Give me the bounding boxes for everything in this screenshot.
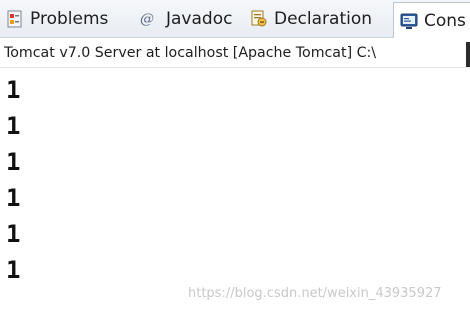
divider xyxy=(0,67,470,68)
console-line: 1 xyxy=(6,256,21,284)
console-view: Problems @ Javadoc Declaration Cons Tomc… xyxy=(0,0,470,315)
console-line: 1 xyxy=(6,112,21,140)
view-tab-bar: Problems @ Javadoc Declaration Cons xyxy=(0,0,470,38)
watermark: https://blog.csdn.net/weixin_43935927 xyxy=(188,286,442,301)
tab-problems-label: Problems xyxy=(30,9,109,29)
console-icon xyxy=(400,12,418,30)
tab-console[interactable]: Cons xyxy=(393,2,470,38)
tab-console-label: Cons xyxy=(424,10,466,31)
console-line: 1 xyxy=(6,220,21,248)
console-line: 1 xyxy=(6,184,21,212)
title-edge-marker xyxy=(466,42,470,67)
tab-declaration-label: Declaration xyxy=(274,9,373,29)
console-output[interactable]: 1 1 1 1 1 1 xyxy=(6,74,206,290)
at-icon: @ xyxy=(140,11,154,27)
declaration-icon xyxy=(250,10,268,28)
console-process-title: Tomcat v7.0 Server at localhost [Apache … xyxy=(4,45,377,61)
tab-problems[interactable]: Problems xyxy=(6,0,108,38)
problems-icon xyxy=(6,10,24,28)
tab-javadoc[interactable]: @ Javadoc xyxy=(138,0,232,38)
console-line: 1 xyxy=(6,76,21,104)
console-line: 1 xyxy=(6,148,21,176)
tab-javadoc-label: Javadoc xyxy=(166,9,233,29)
tab-declaration[interactable]: Declaration xyxy=(250,0,372,38)
